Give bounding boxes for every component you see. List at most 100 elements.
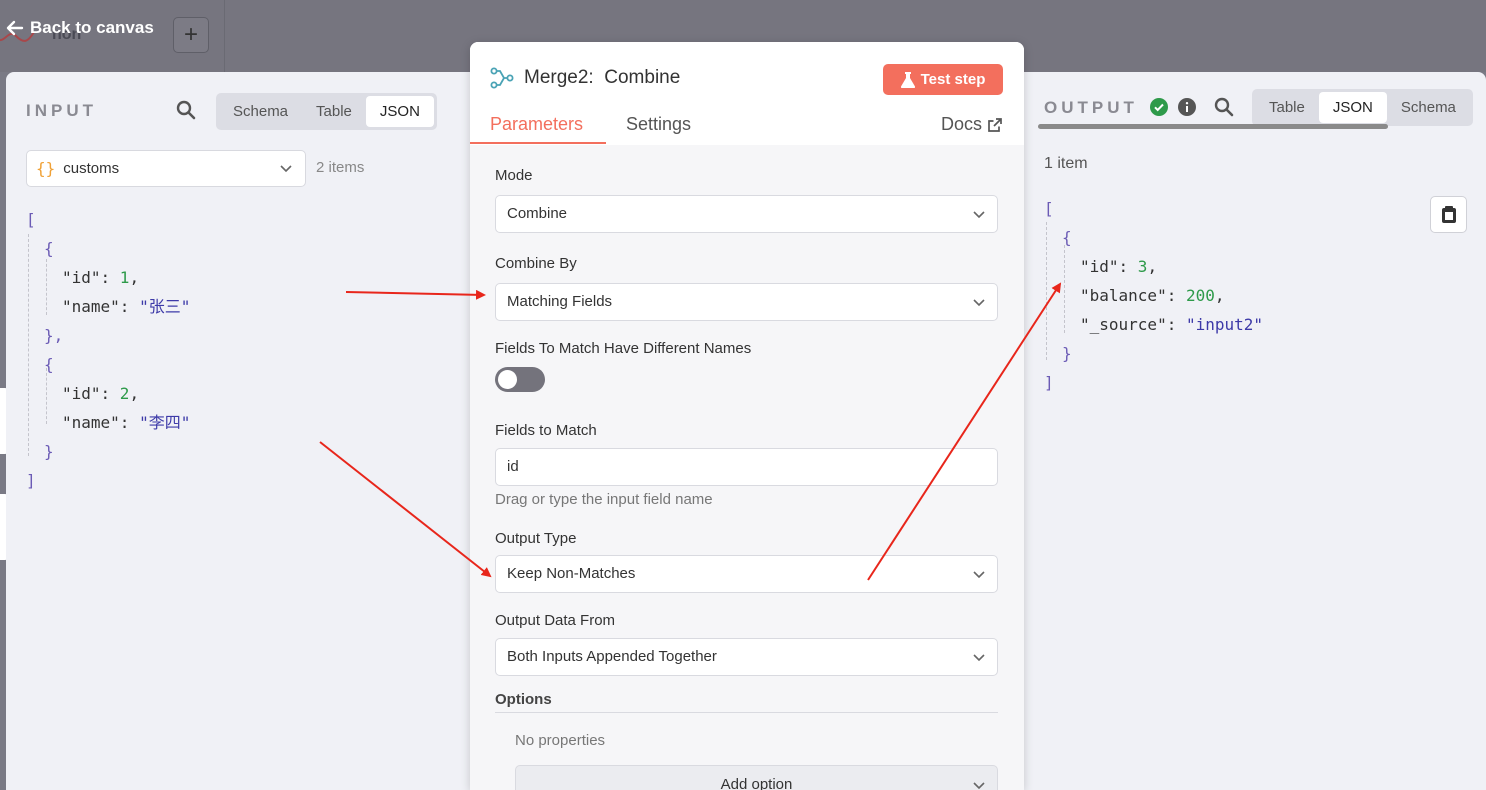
json-braces-icon: {} (36, 159, 56, 178)
arrow-left-icon (6, 20, 24, 36)
json-row: "id": 3, (1080, 257, 1158, 276)
output-items-count: 1 item (1044, 155, 1088, 172)
different-names-toggle[interactable] (495, 367, 545, 392)
tab-parameters[interactable]: Parameters (490, 114, 583, 135)
json-bracket: [ (26, 210, 36, 229)
chevron-down-icon (280, 165, 292, 173)
json-brace: { (44, 355, 54, 374)
add-option-select[interactable]: Add option (515, 765, 998, 790)
output-view-json[interactable]: JSON (1318, 92, 1387, 123)
json-row: "balance": 200, (1080, 286, 1225, 305)
search-icon[interactable] (1214, 97, 1234, 117)
combine-by-value: Matching Fields (507, 293, 613, 310)
json-brace: } (1062, 344, 1072, 363)
input-json-viewer: [ { "id": 1, "name": "张三" }, { "id": 2, … (26, 205, 190, 495)
chevron-down-icon (973, 571, 985, 579)
chevron-down-icon (973, 654, 985, 662)
flask-icon (900, 71, 915, 88)
json-brace: }, (44, 326, 64, 345)
json-brace: { (44, 239, 54, 258)
input-view-json[interactable]: JSON (365, 96, 434, 127)
output-view-schema[interactable]: Schema (1387, 92, 1470, 123)
json-bracket: [ (1044, 199, 1054, 218)
check-circle-icon (1150, 98, 1168, 116)
merge-icon (490, 67, 514, 89)
json-value: 2 (119, 384, 130, 403)
toggle-knob (498, 370, 517, 389)
json-row: "name": "张三" (62, 297, 191, 316)
json-bracket: ] (1044, 373, 1054, 392)
json-row: "id": 1, (62, 268, 140, 287)
external-link-icon (988, 117, 1002, 132)
add-option-label: Add option (720, 776, 793, 790)
tab-settings[interactable]: Settings (626, 114, 691, 135)
input-node-select[interactable]: {} customs (26, 150, 306, 187)
active-tab-indicator (470, 142, 606, 144)
horizontal-scrollbar[interactable] (1038, 124, 1388, 129)
output-panel: OUTPUT Table JSON Schema 1 item [ { "id"… (1022, 72, 1486, 790)
mode-value: Combine (507, 205, 568, 222)
json-value: 1 (119, 268, 130, 287)
output-data-from-value: Both Inputs Appended Together (507, 648, 717, 665)
input-view-table[interactable]: Table (302, 96, 366, 127)
test-step-label: Test step (920, 71, 986, 88)
output-data-from-label: Output Data From (495, 612, 616, 629)
back-to-canvas-button[interactable]: Back to canvas (6, 18, 154, 38)
different-names-label: Fields To Match Have Different Names (495, 340, 752, 357)
output-view-switcher: Table JSON Schema (1252, 89, 1473, 126)
chevron-down-icon (973, 782, 985, 790)
node-title-text: Merge2: Combine (524, 67, 681, 88)
chevron-down-icon (973, 299, 985, 307)
node-title: Merge2: Combine (490, 66, 680, 90)
no-properties-text: No properties (515, 732, 606, 749)
divider (224, 0, 225, 72)
combine-by-select[interactable]: Matching Fields (495, 283, 998, 321)
json-row: "name": "李四" (62, 413, 191, 432)
info-icon[interactable] (1178, 98, 1196, 116)
test-step-button[interactable]: Test step (883, 64, 1003, 95)
fields-to-match-label: Fields to Match (495, 422, 597, 439)
input-panel: INPUT Schema Table JSON {} customs 2 ite… (6, 72, 470, 790)
add-node-button[interactable]: + (173, 17, 209, 53)
json-brace: { (1062, 228, 1072, 247)
docs-label: Docs (941, 114, 983, 134)
input-panel-title: INPUT (26, 101, 97, 120)
copy-button[interactable] (1430, 196, 1467, 233)
mode-label: Mode (495, 167, 533, 184)
json-value: "input2" (1185, 315, 1264, 334)
back-to-canvas-label: Back to canvas (30, 18, 154, 37)
output-data-from-select[interactable]: Both Inputs Appended Together (495, 638, 998, 676)
node-settings-panel: Merge2: Combine Test step Parameters Set… (470, 42, 1024, 790)
input-view-switcher: Schema Table JSON (216, 93, 437, 130)
input-node-name: customs (63, 160, 120, 177)
node-header: Merge2: Combine Test step Parameters Set… (470, 42, 1024, 145)
json-row: "_source": "input2" (1080, 315, 1264, 334)
json-value: 200 (1185, 286, 1215, 305)
chevron-down-icon (973, 211, 985, 219)
docs-link[interactable]: Docs (941, 114, 1002, 135)
output-type-value: Keep Non-Matches (507, 565, 636, 582)
output-panel-title: OUTPUT (1044, 98, 1138, 117)
output-json-viewer: [ { "id": 3, "balance": 200, "_source": … (1044, 194, 1263, 397)
output-type-select[interactable]: Keep Non-Matches (495, 555, 998, 593)
json-row: "id": 2, (62, 384, 140, 403)
mode-select[interactable]: Combine (495, 195, 998, 233)
fields-to-match-input[interactable]: id (495, 448, 998, 486)
options-divider (495, 712, 998, 713)
json-value: 3 (1137, 257, 1148, 276)
json-value: "张三" (139, 297, 191, 316)
json-bracket: ] (26, 471, 36, 490)
search-icon[interactable] (176, 100, 196, 120)
combine-by-label: Combine By (495, 255, 577, 272)
plus-icon: + (183, 21, 198, 48)
json-value: "李四" (139, 413, 191, 432)
output-view-table[interactable]: Table (1255, 92, 1319, 123)
clipboard-icon (1441, 206, 1456, 223)
options-label: Options (495, 691, 552, 708)
input-view-schema[interactable]: Schema (219, 96, 302, 127)
fields-to-match-value: id (507, 458, 519, 475)
fields-to-match-hint: Drag or type the input field name (495, 491, 713, 508)
output-type-label: Output Type (495, 530, 577, 547)
input-items-count: 2 items (316, 159, 365, 176)
json-brace: } (44, 442, 54, 461)
